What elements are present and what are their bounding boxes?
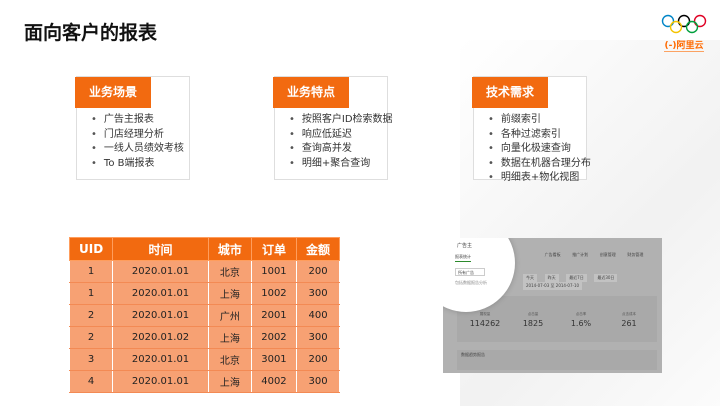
list-item: 一线人员绩效考核 bbox=[91, 142, 261, 157]
table-cell: 2020.01.01 bbox=[112, 260, 209, 283]
list-item: 向量化极速查询 bbox=[488, 142, 658, 157]
card-list: 前缀索引 各种过滤索引 向量化极速查询 数据在机器合理分布 明细表+物化视图 bbox=[474, 113, 658, 186]
table-cell: 1 bbox=[68, 260, 114, 283]
list-item: 查询高并发 bbox=[289, 142, 459, 157]
tab-report-active: 报表统计 bbox=[455, 254, 471, 262]
table-row: 2 2020.01.02 上海 2002 300 bbox=[68, 326, 340, 349]
trend-panel: 数据趋势报告 bbox=[457, 350, 657, 370]
metric-value: 1825 bbox=[522, 319, 544, 328]
list-item: 明细表+物化视图 bbox=[488, 171, 658, 186]
card-tech-requirements: 技术需求 前缀索引 各种过滤索引 向量化极速查询 数据在机器合理分布 明细表+物… bbox=[472, 76, 591, 183]
ad-selector: 所有广告 bbox=[455, 268, 485, 276]
list-item: 数据在机器合理分布 bbox=[488, 157, 658, 172]
table-header-row: UID 时间 城市 订单 金额 bbox=[68, 237, 340, 261]
selector-note: 包括数据报告分析 bbox=[455, 280, 487, 285]
panel-title: 数据趋势报告 bbox=[461, 352, 485, 357]
table-cell: 2020.01.01 bbox=[112, 304, 209, 327]
table-row: 3 2020.01.01 北京 3001 200 bbox=[68, 348, 340, 371]
filter-7d: 最近7日 bbox=[566, 274, 587, 282]
table-cell: 上海 bbox=[207, 326, 252, 349]
table-cell: 4 bbox=[68, 370, 114, 393]
column-header: 金额 bbox=[296, 237, 340, 261]
list-item: 按照客户ID检索数据 bbox=[289, 113, 459, 128]
metric-value: 1.6% bbox=[570, 319, 592, 328]
table-cell: 2 bbox=[68, 304, 114, 327]
table-cell: 3001 bbox=[250, 348, 298, 371]
card-business-features: 业务特点 按照客户ID检索数据 响应低延迟 查询高并发 明细+聚合查询 bbox=[273, 76, 393, 180]
column-header: UID bbox=[68, 237, 114, 261]
alibaba-cloud-olympic-logo: (-)阿里云 bbox=[660, 14, 708, 60]
table-cell: 2020.01.02 bbox=[112, 326, 209, 349]
card-title: 业务场景 bbox=[75, 77, 151, 108]
filter-range: 2014-07-03 至 2014-07-10 bbox=[523, 282, 583, 290]
card-title: 技术需求 bbox=[472, 77, 548, 108]
card-title: 业务特点 bbox=[273, 77, 349, 108]
table-cell: 2020.01.01 bbox=[112, 370, 209, 393]
list-item: To B端报表 bbox=[91, 157, 261, 172]
table-cell: 北京 bbox=[207, 260, 252, 283]
list-item: 门店经理分析 bbox=[91, 128, 261, 143]
screenshot-header: 广告主 bbox=[457, 243, 473, 249]
table-cell: 200 bbox=[296, 260, 340, 283]
table-cell: 1001 bbox=[250, 260, 298, 283]
brand-subline bbox=[664, 51, 704, 52]
metric-label: 点击量 bbox=[527, 312, 539, 316]
table-cell: 4002 bbox=[250, 370, 298, 393]
table-cell: 2 bbox=[68, 326, 114, 349]
metric-impressions: 展现量 114262 bbox=[463, 312, 507, 328]
list-item: 响应低延迟 bbox=[289, 128, 459, 143]
olympic-rings-icon bbox=[661, 14, 707, 34]
tab-campaign: 推广计划 bbox=[572, 252, 589, 257]
table-cell: 广州 bbox=[207, 304, 252, 327]
tab-finance: 财务管理 bbox=[627, 252, 644, 257]
card-list: 按照客户ID检索数据 响应低延迟 查询高并发 明细+聚合查询 bbox=[275, 113, 459, 171]
page-title: 面向客户的报表 bbox=[24, 22, 158, 44]
table-cell: 1002 bbox=[250, 282, 298, 305]
table-cell: 2002 bbox=[250, 326, 298, 349]
report-ui-screenshot: 报表统计 广告看板 推广计划 创意管理 财务管理 今天 昨天 最近7日 最近30… bbox=[443, 238, 662, 373]
card-business-scenario: 业务场景 广告主报表 门店经理分析 一线人员绩效考核 To B端报表 bbox=[75, 76, 190, 180]
table-cell: 3 bbox=[68, 348, 114, 371]
list-item: 广告主报表 bbox=[91, 113, 261, 128]
table-cell: 北京 bbox=[207, 348, 252, 371]
table-cell: 上海 bbox=[207, 370, 252, 393]
table-cell: 2001 bbox=[250, 304, 298, 327]
table-cell: 400 bbox=[296, 304, 340, 327]
table-cell: 2020.01.01 bbox=[112, 282, 209, 305]
tab-creative: 创意管理 bbox=[599, 252, 616, 257]
column-header: 时间 bbox=[112, 237, 209, 261]
table-cell: 2020.01.01 bbox=[112, 348, 209, 371]
filter-30d: 最近30日 bbox=[594, 274, 618, 282]
table-cell: 200 bbox=[296, 348, 340, 371]
list-item: 前缀索引 bbox=[488, 113, 658, 128]
tab-ad-board: 广告看板 bbox=[544, 252, 561, 257]
metric-value: 261 bbox=[621, 319, 637, 328]
date-filters: 今天 昨天 最近7日 最近30日 2014-07-03 至 2014-07-10 bbox=[523, 274, 659, 290]
table-cell: 1 bbox=[68, 282, 114, 305]
list-item: 各种过滤索引 bbox=[488, 128, 658, 143]
order-data-table: UID 时间 城市 订单 金额 1 2020.01.01 北京 1001 200… bbox=[68, 237, 340, 393]
filter-today: 今天 bbox=[523, 274, 537, 282]
card-list: 广告主报表 门店经理分析 一线人员绩效考核 To B端报表 bbox=[77, 113, 261, 171]
metric-label: 点击率 bbox=[575, 312, 587, 316]
table-cell: 300 bbox=[296, 326, 340, 349]
filter-yesterday: 昨天 bbox=[544, 274, 559, 282]
column-header: 城市 bbox=[207, 237, 252, 261]
metric-ctr: 点击率 1.6% bbox=[559, 312, 603, 328]
table-row: 4 2020.01.01 上海 4002 300 bbox=[68, 370, 340, 393]
metric-label: 点击成本 bbox=[622, 312, 636, 316]
table-row: 1 2020.01.01 上海 1002 300 bbox=[68, 282, 340, 305]
table-cell: 300 bbox=[296, 282, 340, 305]
table-cell: 300 bbox=[296, 370, 340, 393]
list-item: 明细+聚合查询 bbox=[289, 157, 459, 172]
table-row: 2 2020.01.01 广州 2001 400 bbox=[68, 304, 340, 327]
metric-cost: 点击成本 261 bbox=[607, 312, 651, 328]
table-cell: 上海 bbox=[207, 282, 252, 305]
metric-value: 114262 bbox=[469, 319, 501, 328]
column-header: 订单 bbox=[250, 237, 298, 261]
metric-clicks: 点击量 1825 bbox=[511, 312, 555, 328]
metric-label: 展现量 bbox=[479, 312, 491, 316]
table-row: 1 2020.01.01 北京 1001 200 bbox=[68, 260, 340, 283]
